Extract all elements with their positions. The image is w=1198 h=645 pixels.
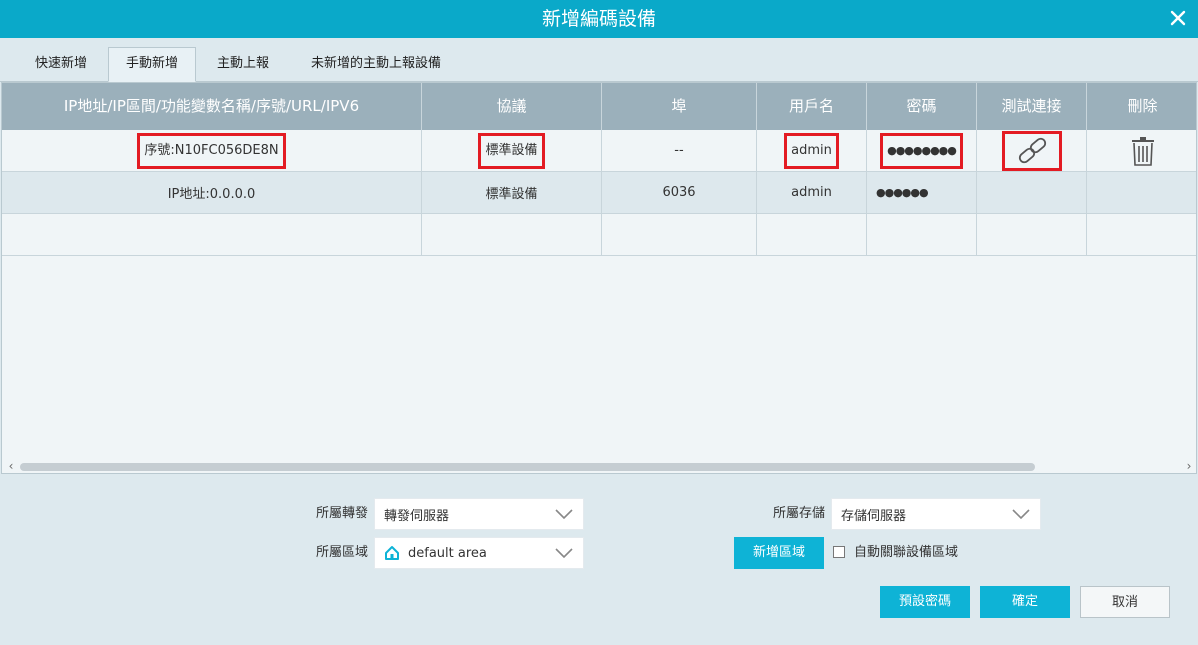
test-connection-cell[interactable] [977,172,1087,213]
chevron-down-icon [555,509,573,520]
cancel-button[interactable]: 取消 [1080,586,1170,618]
password-cell[interactable]: ●●●●●● [867,172,977,213]
area-select-value: default area [408,545,487,561]
link-icon[interactable] [1015,137,1049,165]
forward-select[interactable]: 轉發伺服器 [374,498,584,530]
header-address: IP地址/IP區間/功能變數名稱/序號/URL/IPV6 [2,83,422,130]
tab-bar: 快速新增 手動新增 主動上報 未新增的主動上報設備 [0,38,1198,82]
tab-manual-add[interactable]: 手動新增 [108,47,196,82]
password-cell[interactable]: ●●●●●●●● [880,132,963,169]
storage-label: 所屬存儲 [772,506,825,521]
horizontal-scrollbar[interactable]: ‹ › [2,459,1196,473]
forward-select-value: 轉發伺服器 [384,508,450,524]
confirm-button[interactable]: 確定 [980,586,1070,618]
device-table: IP地址/IP區間/功能變數名稱/序號/URL/IPV6 協議 埠 用戶名 密碼… [1,82,1197,474]
header-password: 密碼 [867,83,977,130]
address-cell[interactable]: IP地址:0.0.0.0 [2,172,422,213]
table-row[interactable]: 序號:N10FC056DE8N 標準設備 -- admin ●●●●●●●● [2,130,1196,172]
address-cell[interactable]: 序號:N10FC056DE8N [137,132,286,169]
username-cell[interactable]: admin [784,132,839,169]
chevron-down-icon [1012,509,1030,520]
area-select[interactable]: default area [374,537,584,569]
table-row[interactable]: IP地址:0.0.0.0 標準設備 6036 admin ●●●●●● [2,172,1196,214]
header-delete: 刪除 [1127,97,1158,115]
close-icon[interactable] [1168,8,1188,28]
default-password-button[interactable]: 預設密碼 [880,586,970,618]
scroll-right-arrow[interactable]: › [1182,459,1196,473]
home-icon [385,546,399,560]
scrollbar-thumb[interactable] [20,463,1035,471]
header-protocol: 協議 [422,83,602,130]
header-port: 埠 [602,83,757,130]
trash-icon[interactable] [1129,136,1157,166]
port-cell[interactable]: 6036 [602,172,757,213]
scroll-left-arrow[interactable]: ‹ [4,459,18,473]
title-bar: 新增編碼設備 [0,0,1198,38]
storage-select-value: 存儲伺服器 [841,508,907,524]
header-username: 用戶名 [757,83,867,130]
forward-label: 所屬轉發 [315,506,368,521]
storage-select[interactable]: 存儲伺服器 [831,498,1041,530]
tab-unadded-active-report[interactable]: 未新增的主動上報設備 [292,48,460,82]
tab-active-report[interactable]: 主動上報 [202,48,284,82]
auto-associate-label: 自動關聯設備區域 [854,545,959,560]
chevron-down-icon [555,548,573,559]
area-label: 所屬區域 [315,545,368,560]
delete-cell[interactable] [1087,172,1196,213]
auto-associate-checkbox[interactable] [833,546,845,558]
protocol-cell[interactable]: 標準設備 [478,132,545,169]
tab-quick-add[interactable]: 快速新增 [20,48,102,82]
username-cell[interactable]: admin [757,172,867,213]
table-row[interactable] [2,214,1196,256]
protocol-cell[interactable]: 標準設備 [422,172,602,213]
table-header: IP地址/IP區間/功能變數名稱/序號/URL/IPV6 協議 埠 用戶名 密碼… [2,83,1196,130]
add-area-button[interactable]: 新增區域 [734,537,824,569]
window-title: 新增編碼設備 [541,8,656,30]
header-test-connection: 測試連接 [977,83,1087,130]
port-cell[interactable]: -- [602,130,757,171]
